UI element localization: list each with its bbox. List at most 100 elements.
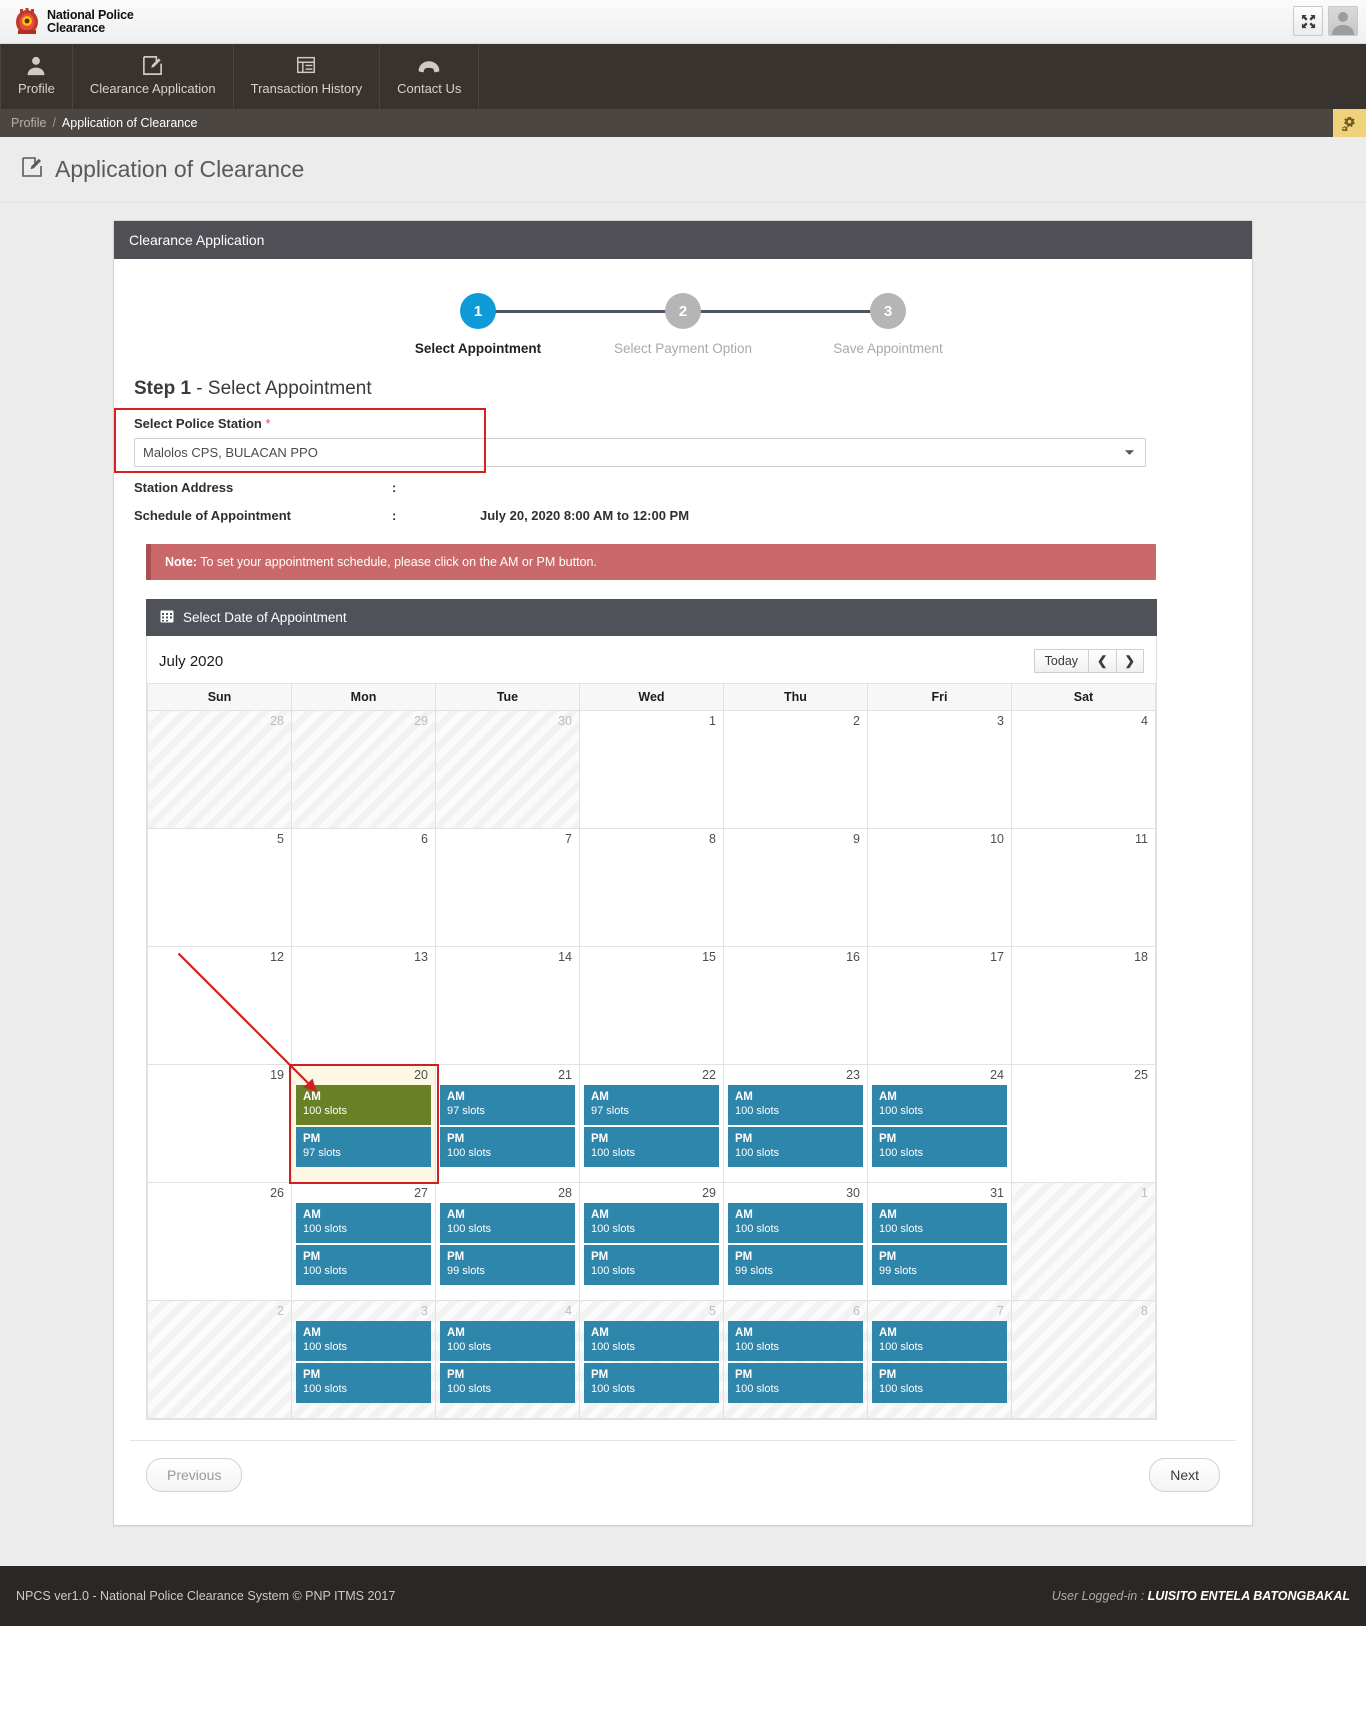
calendar-day-cell[interactable]: 5 AM 100 slots PM 100 slots <box>579 1300 724 1419</box>
slot-am-button[interactable]: AM 100 slots <box>872 1203 1007 1243</box>
calendar-day-cell[interactable]: 21 AM 97 slots PM 100 slots <box>435 1064 580 1183</box>
logo[interactable]: National Police Clearance <box>14 7 134 36</box>
calendar-day-cell[interactable]: 30 AM 100 slots PM 99 slots <box>723 1182 868 1301</box>
slot-am-button[interactable]: AM 100 slots <box>584 1203 719 1243</box>
calendar-day-cell[interactable]: 24 AM 100 slots PM 100 slots <box>867 1064 1012 1183</box>
chevron-down-icon[interactable] <box>1114 438 1146 467</box>
calendar-day-cell[interactable]: 17 <box>867 946 1012 1065</box>
slot-am-button[interactable]: AM 100 slots <box>296 1203 431 1243</box>
slot-pm-button[interactable]: PM 97 slots <box>296 1127 431 1167</box>
slot-pm-button[interactable]: PM 99 slots <box>440 1245 575 1285</box>
slot-count-label: 100 slots <box>447 1341 492 1353</box>
calendar-day-cell[interactable]: 4 <box>1011 710 1156 829</box>
calendar-day-cell[interactable]: 5 <box>147 828 292 947</box>
slot-am-button[interactable]: AM 100 slots <box>440 1321 575 1361</box>
calendar-day-cell[interactable]: 29 <box>291 710 436 829</box>
slot-pm-button[interactable]: PM 100 slots <box>296 1245 431 1285</box>
calendar-day-cell[interactable]: 2 <box>723 710 868 829</box>
slot-pm-button[interactable]: PM 100 slots <box>584 1127 719 1167</box>
slot-am-button[interactable]: AM 100 slots <box>728 1321 863 1361</box>
calendar-day-cell[interactable]: 7 AM 100 slots PM 100 slots <box>867 1300 1012 1419</box>
slot-pm-button[interactable]: PM 100 slots <box>584 1245 719 1285</box>
calendar-day-cell[interactable]: 25 <box>1011 1064 1156 1183</box>
nav-item-contact-us[interactable]: Contact Us <box>380 44 480 109</box>
calendar-day-cell[interactable]: 12 <box>147 946 292 1065</box>
calendar-day-cell[interactable]: 18 <box>1011 946 1156 1065</box>
calendar-day-cell[interactable]: 23 AM 100 slots PM 100 slots <box>723 1064 868 1183</box>
calendar-day-cell[interactable]: 6 AM 100 slots PM 100 slots <box>723 1300 868 1419</box>
calendar-day-cell[interactable]: 8 <box>1011 1300 1156 1419</box>
breadcrumb-parent[interactable]: Profile <box>11 116 46 130</box>
slot-pm-button[interactable]: PM 100 slots <box>728 1363 863 1403</box>
calendar-day-cell[interactable]: 22 AM 97 slots PM 100 slots <box>579 1064 724 1183</box>
step-3-save-appointment[interactable]: 3 Save Appointment <box>786 293 991 356</box>
slot-pm-button[interactable]: PM 99 slots <box>872 1245 1007 1285</box>
calendar-day-cell[interactable]: 28 AM 100 slots PM 99 slots <box>435 1182 580 1301</box>
calendar-day-number: 20 <box>414 1068 428 1082</box>
slot-am-button[interactable]: AM 100 slots <box>440 1203 575 1243</box>
police-station-select-wrap[interactable]: Malolos CPS, BULACAN PPO <box>134 438 1146 467</box>
slot-pm-button[interactable]: PM 100 slots <box>872 1363 1007 1403</box>
slot-pm-button[interactable]: PM 100 slots <box>296 1363 431 1403</box>
calendar-week-row: 26 27 AM 100 slots PM 100 slots 28 AM 100 slots P… <box>147 1182 1156 1301</box>
slot-pm-button[interactable]: PM 100 slots <box>728 1127 863 1167</box>
police-station-select[interactable]: Malolos CPS, BULACAN PPO <box>134 438 1146 467</box>
chevron-right-icon[interactable]: ❯ <box>1115 649 1144 673</box>
calendar-month-label: July 2020 <box>159 652 224 670</box>
calendar-day-cell[interactable]: 2 <box>147 1300 292 1419</box>
slot-am-button[interactable]: AM 100 slots <box>728 1085 863 1125</box>
calendar-day-cell[interactable]: 3 AM 100 slots PM 100 slots <box>291 1300 436 1419</box>
expand-icon[interactable] <box>1293 6 1323 36</box>
calendar-header: Select Date of Appointment <box>146 599 1157 636</box>
next-button[interactable]: Next <box>1149 1458 1220 1492</box>
slot-pm-button[interactable]: PM 100 slots <box>584 1363 719 1403</box>
today-button[interactable]: Today <box>1033 649 1090 673</box>
calendar-day-cell[interactable]: 9 <box>723 828 868 947</box>
nav-item-transaction-history[interactable]: Transaction History <box>234 44 381 109</box>
slot-pm-button[interactable]: PM 100 slots <box>440 1363 575 1403</box>
slot-am-button[interactable]: AM 100 slots <box>584 1321 719 1361</box>
calendar-day-cell[interactable]: 15 <box>579 946 724 1065</box>
slot-pm-button[interactable]: PM 100 slots <box>440 1127 575 1167</box>
nav-item-clearance-application[interactable]: Clearance Application <box>73 44 234 109</box>
user-avatar-icon[interactable] <box>1328 6 1358 36</box>
slot-am-button[interactable]: AM 100 slots <box>296 1321 431 1361</box>
calendar-day-cell[interactable]: 3 <box>867 710 1012 829</box>
previous-button[interactable]: Previous <box>146 1458 243 1492</box>
chevron-left-icon[interactable]: ❮ <box>1088 649 1117 673</box>
calendar-day-cell[interactable]: 27 AM 100 slots PM 100 slots <box>291 1182 436 1301</box>
calendar-day-cell[interactable]: 16 <box>723 946 868 1065</box>
calendar-day-number: 26 <box>270 1186 284 1200</box>
step-1-select-appointment[interactable]: 1 Select Appointment <box>376 293 683 356</box>
calendar-day-cell[interactable]: 8 <box>579 828 724 947</box>
calendar-day-cell[interactable]: 4 AM 100 slots PM 100 slots <box>435 1300 580 1419</box>
slot-am-button[interactable]: AM 97 slots <box>440 1085 575 1125</box>
calendar-day-cell[interactable]: 1 <box>579 710 724 829</box>
nav-item-profile[interactable]: Profile <box>0 44 73 109</box>
slot-pm-button[interactable]: PM 99 slots <box>728 1245 863 1285</box>
calendar-day-cell[interactable]: 6 <box>291 828 436 947</box>
calendar-day-cell[interactable]: 19 <box>147 1064 292 1183</box>
calendar-day-cell[interactable]: 26 <box>147 1182 292 1301</box>
slot-period-label: PM <box>879 1251 897 1263</box>
calendar-day-cell[interactable]: 30 <box>435 710 580 829</box>
calendar-day-cell[interactable]: 1 <box>1011 1182 1156 1301</box>
footer-user: User Logged-in : LUISITO ENTELA BATONGBA… <box>1052 1589 1350 1603</box>
slot-am-button[interactable]: AM 100 slots <box>872 1085 1007 1125</box>
slot-am-button[interactable]: AM 100 slots <box>728 1203 863 1243</box>
calendar-day-cell[interactable]: 20 AM 100 slots PM 97 slots <box>291 1064 436 1183</box>
calendar-day-cell[interactable]: 14 <box>435 946 580 1065</box>
calendar-day-cell[interactable]: 13 <box>291 946 436 1065</box>
slot-am-button[interactable]: AM 97 slots <box>584 1085 719 1125</box>
slot-am-button[interactable]: AM 100 slots <box>296 1085 431 1125</box>
slot-pm-button[interactable]: PM 100 slots <box>872 1127 1007 1167</box>
calendar-day-cell[interactable]: 31 AM 100 slots PM 99 slots <box>867 1182 1012 1301</box>
step-2-select-payment-option[interactable]: 2 Select Payment Option <box>581 293 888 356</box>
calendar-day-cell[interactable]: 11 <box>1011 828 1156 947</box>
slot-am-button[interactable]: AM 100 slots <box>872 1321 1007 1361</box>
calendar-day-cell[interactable]: 7 <box>435 828 580 947</box>
calendar-day-cell[interactable]: 10 <box>867 828 1012 947</box>
calendar-day-cell[interactable]: 29 AM 100 slots PM 100 slots <box>579 1182 724 1301</box>
gears-icon[interactable] <box>1333 109 1366 137</box>
calendar-day-cell[interactable]: 28 <box>147 710 292 829</box>
